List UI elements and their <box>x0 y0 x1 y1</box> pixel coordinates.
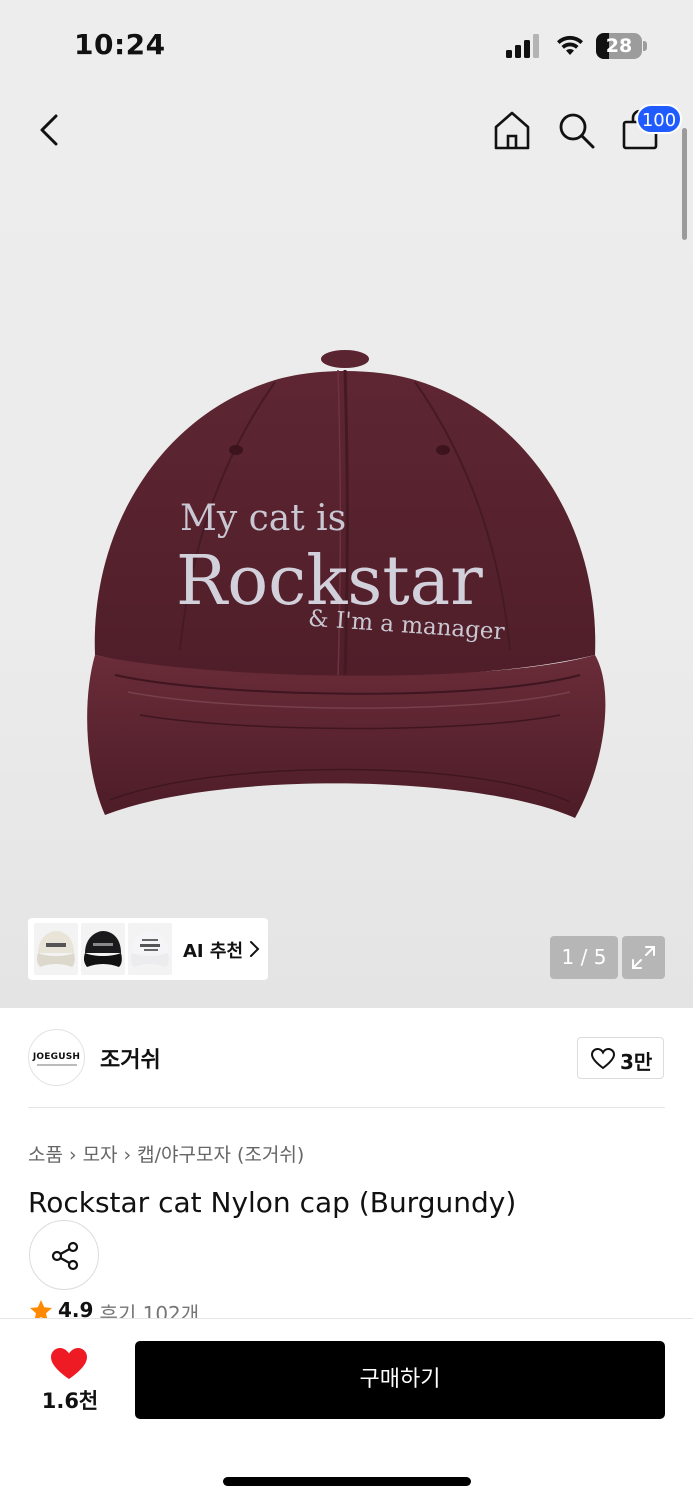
home-indicator[interactable] <box>223 1477 471 1486</box>
product-gallery[interactable]: 10:24 28 100 My cat is Rockstar & I'm a … <box>0 0 693 1008</box>
search-icon[interactable] <box>554 108 598 152</box>
wishlist-count: 1.6천 <box>41 1389 99 1413</box>
product-title: Rockstar cat Nylon cap (Burgundy) <box>28 1186 517 1219</box>
chevron-right-icon <box>250 941 260 957</box>
wifi-icon <box>557 35 583 55</box>
brand-name[interactable]: 조거쉬 <box>100 1042 161 1074</box>
expand-button[interactable] <box>622 936 665 979</box>
recommend-thumb-black[interactable] <box>81 923 125 975</box>
back-icon[interactable] <box>30 108 70 152</box>
chevron-right-icon: › <box>123 1144 132 1166</box>
heart-outline-icon <box>591 1048 615 1070</box>
breadcrumb-item-2[interactable]: 모자 <box>83 1144 118 1166</box>
share-button[interactable] <box>29 1220 99 1290</box>
breadcrumb-item-1[interactable]: 소품 <box>28 1144 63 1166</box>
status-bar: 10:24 28 <box>0 0 693 90</box>
star-icon <box>30 1300 52 1320</box>
brand-like-count: 3만 <box>620 1050 653 1074</box>
breadcrumb: 소품 › 모자 › 캡/야구모자 (조거쉬) <box>28 1140 304 1167</box>
cellular-signal-icon <box>506 34 539 58</box>
buy-button[interactable]: 구매하기 <box>135 1341 665 1419</box>
share-icon <box>51 1241 79 1271</box>
recommend-thumb-white[interactable] <box>128 923 172 975</box>
brand-like-button[interactable]: 3만 <box>577 1037 664 1079</box>
brand-logo[interactable]: JOEGUSH <box>28 1029 85 1086</box>
ai-recommend-label: AI 추천 <box>183 941 244 962</box>
bottom-action-bar: 1.6천 구매하기 <box>0 1318 693 1500</box>
brand-logo-text: JOEGUSH <box>32 1052 81 1062</box>
review-count[interactable]: 후기 102개 <box>99 1298 199 1320</box>
product-image[interactable]: My cat is Rockstar & I'm a manager <box>70 330 620 850</box>
cap-text-line1: My cat is <box>180 498 346 539</box>
rating-row[interactable]: 4.9 후기 102개 <box>28 1298 199 1320</box>
divider <box>28 1107 665 1108</box>
recommend-thumb-ivory[interactable] <box>34 923 78 975</box>
home-icon[interactable] <box>490 108 534 152</box>
battery-icon: 28 <box>596 33 648 59</box>
battery-percent: 28 <box>605 35 633 57</box>
status-time: 10:24 <box>74 28 166 61</box>
ai-recommend-chip[interactable]: AI 추천 <box>28 918 268 980</box>
scrollbar[interactable] <box>682 128 687 240</box>
image-page-counter: 1 / 5 <box>550 936 618 979</box>
rating-value: 4.9 <box>58 1298 94 1320</box>
chevron-right-icon: › <box>68 1144 77 1166</box>
wishlist-button[interactable]: 1.6천 <box>30 1347 110 1417</box>
breadcrumb-item-3[interactable]: 캡/야구모자 (조거쉬) <box>137 1144 304 1166</box>
heart-icon <box>51 1348 87 1379</box>
cart-count-badge: 100 <box>636 104 682 134</box>
expand-icon <box>632 946 655 969</box>
